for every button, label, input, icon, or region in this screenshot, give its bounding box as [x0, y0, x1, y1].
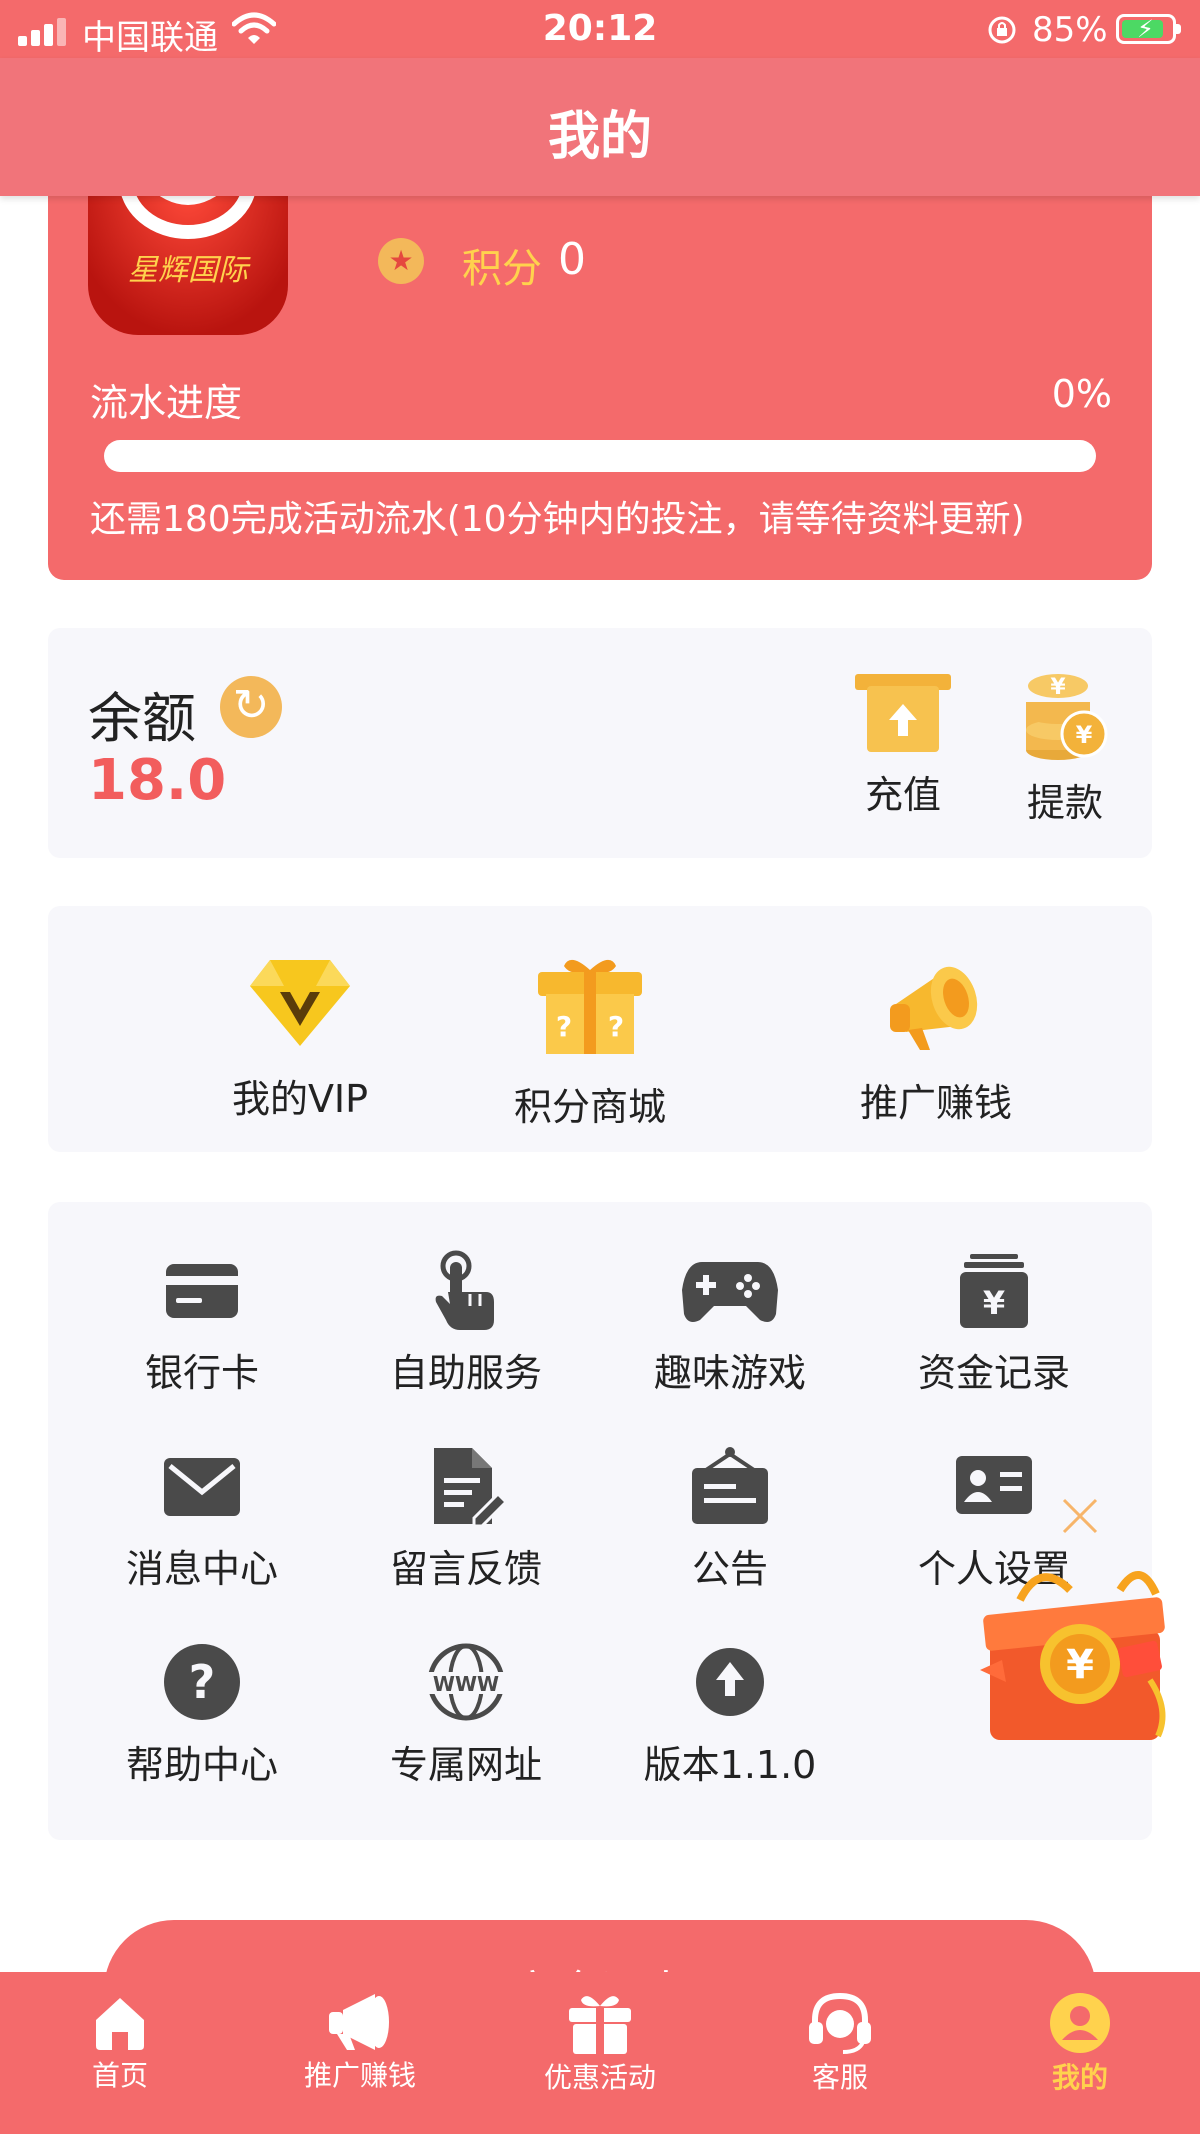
progress-note: 还需180完成活动流水(10分钟内的投注，请等待资料更新)	[90, 499, 1025, 540]
tab-home[interactable]: 首页	[20, 1992, 220, 2094]
my-vip-label: 我的VIP	[231, 1077, 369, 1121]
grid-item-self-service[interactable]: 自助服务	[334, 1250, 598, 1397]
money-record-icon: ¥	[960, 1254, 1028, 1328]
grid-item-feedback[interactable]: 留言反馈	[334, 1446, 598, 1593]
tab-bar: 首页 推广赚钱 优惠活动 客服 我的	[0, 1972, 1200, 2134]
battery-icon: ⚡	[1116, 14, 1181, 44]
grid-label: 专属网址	[389, 1743, 542, 1787]
feedback-icon	[434, 1448, 506, 1526]
promote-label: 推广赚钱	[859, 1081, 1012, 1125]
grid-label: 版本1.1.0	[643, 1743, 817, 1787]
www-globe-icon: WWW	[426, 1643, 506, 1721]
home-icon	[96, 1998, 144, 2050]
promote-button[interactable]: 推广赚钱	[806, 956, 1066, 1127]
grid-label: 银行卡	[144, 1351, 259, 1395]
grid-label: 自助服务	[389, 1351, 542, 1395]
deposit-button[interactable]: 充值	[848, 672, 958, 819]
page-title: 我的	[547, 107, 652, 167]
progress-label: 流水进度	[90, 381, 243, 425]
svg-text:¥: ¥	[1050, 675, 1066, 700]
grid-label: 消息中心	[125, 1547, 278, 1591]
deposit-label: 充值	[864, 773, 941, 817]
withdraw-button[interactable]: ¥ ¥ 提款	[1010, 672, 1120, 827]
svg-text:¥: ¥	[983, 1284, 1005, 1322]
grid-item-fun-games[interactable]: 趣味游戏	[598, 1250, 862, 1397]
tab-customer-service[interactable]: 客服	[740, 1992, 940, 2096]
megaphone-icon	[890, 966, 978, 1050]
nav-bar: 我的	[0, 58, 1200, 196]
grid-item-version[interactable]: 版本1.1.0	[598, 1642, 862, 1789]
grid-item-fund-records[interactable]: ¥ 资金记录	[862, 1250, 1126, 1397]
coin-stack-icon: ¥ ¥	[1026, 674, 1108, 760]
svg-text:WWW: WWW	[433, 1672, 499, 1696]
progress-bar	[104, 440, 1096, 472]
svg-text:¥: ¥	[1076, 721, 1093, 749]
grid-item-messages[interactable]: 消息中心	[70, 1446, 334, 1593]
grid-label: 资金记录	[917, 1351, 1070, 1395]
help-icon: ?	[164, 1644, 240, 1720]
points-label: 积分	[462, 246, 542, 292]
mystery-box-icon: ? ?	[538, 959, 642, 1054]
mail-icon	[164, 1458, 240, 1516]
battery-percent: 85%	[1032, 10, 1108, 50]
grid-item-bank-card[interactable]: 银行卡	[70, 1250, 334, 1397]
atm-deposit-icon	[855, 674, 951, 752]
points-mall-label: 积分商城	[513, 1085, 666, 1129]
svg-text:?: ?	[189, 1655, 216, 1709]
grid-item-dedicated-url[interactable]: WWW 专属网址	[334, 1642, 598, 1789]
tab-label: 我的	[1051, 2061, 1108, 2094]
avatar-logo-text: 星辉国际	[128, 253, 251, 288]
balance-label: 余额	[88, 687, 196, 750]
notice-board-icon	[692, 1447, 768, 1524]
grid-label: 帮助中心	[125, 1743, 278, 1787]
grid-label: 趣味游戏	[653, 1351, 806, 1395]
points-value: 0	[558, 234, 586, 285]
id-card-icon	[956, 1456, 1032, 1514]
tab-promote[interactable]: 推广赚钱	[260, 1992, 460, 2094]
tab-label: 推广赚钱	[303, 2059, 416, 2092]
rotation-lock-icon	[988, 16, 1016, 44]
grid-item-help[interactable]: ? 帮助中心	[70, 1642, 334, 1789]
tab-label: 优惠活动	[543, 2061, 656, 2094]
headset-icon	[809, 1992, 871, 2054]
my-vip-button[interactable]: 我的VIP	[170, 956, 430, 1123]
status-time: 20:12	[542, 8, 658, 49]
gift-icon	[569, 1996, 631, 2054]
gamepad-icon	[682, 1262, 778, 1322]
refresh-icon[interactable]	[220, 676, 282, 738]
svg-text:¥: ¥	[1066, 1642, 1094, 1688]
tab-label: 首页	[91, 2059, 148, 2092]
user-icon	[1050, 1993, 1110, 2053]
tab-mine[interactable]: 我的	[980, 1992, 1180, 2096]
tab-promotions[interactable]: 优惠活动	[500, 1992, 700, 2096]
points-mall-button[interactable]: ? ? 积分商城	[460, 956, 720, 1131]
svg-text:?: ?	[608, 1010, 624, 1043]
bank-card-icon	[166, 1264, 238, 1318]
profile-card: 星辉国际 积分 0 流水进度 0% 还需180完成活动流水(10分钟内的投注，请…	[48, 150, 1152, 580]
grid-label: 公告	[691, 1547, 768, 1591]
tap-hand-icon	[435, 1250, 494, 1330]
status-bar: 中国联通 20:12 85% ⚡	[0, 0, 1200, 60]
diamond-vip-icon	[250, 960, 350, 1046]
balance-amount: 18.0	[88, 748, 227, 813]
withdraw-label: 提款	[1026, 781, 1103, 825]
progress-percent: 0%	[1051, 372, 1112, 416]
grid-label: 留言反馈	[389, 1547, 542, 1591]
close-icon[interactable]	[1058, 1494, 1102, 1538]
grid-item-announcement[interactable]: 公告	[598, 1446, 862, 1593]
floating-gift-box[interactable]: ¥	[980, 1560, 1180, 1750]
balance-card: 余额 18.0 充值 ¥ ¥ 提款	[48, 628, 1152, 858]
megaphone-icon	[329, 1994, 389, 2050]
tab-label: 客服	[811, 2061, 868, 2094]
svg-text:?: ?	[556, 1010, 572, 1043]
upload-icon	[696, 1648, 764, 1716]
star-icon	[378, 238, 424, 284]
feature-card: 我的VIP ? ? 积分商城 推广赚钱	[48, 906, 1152, 1152]
